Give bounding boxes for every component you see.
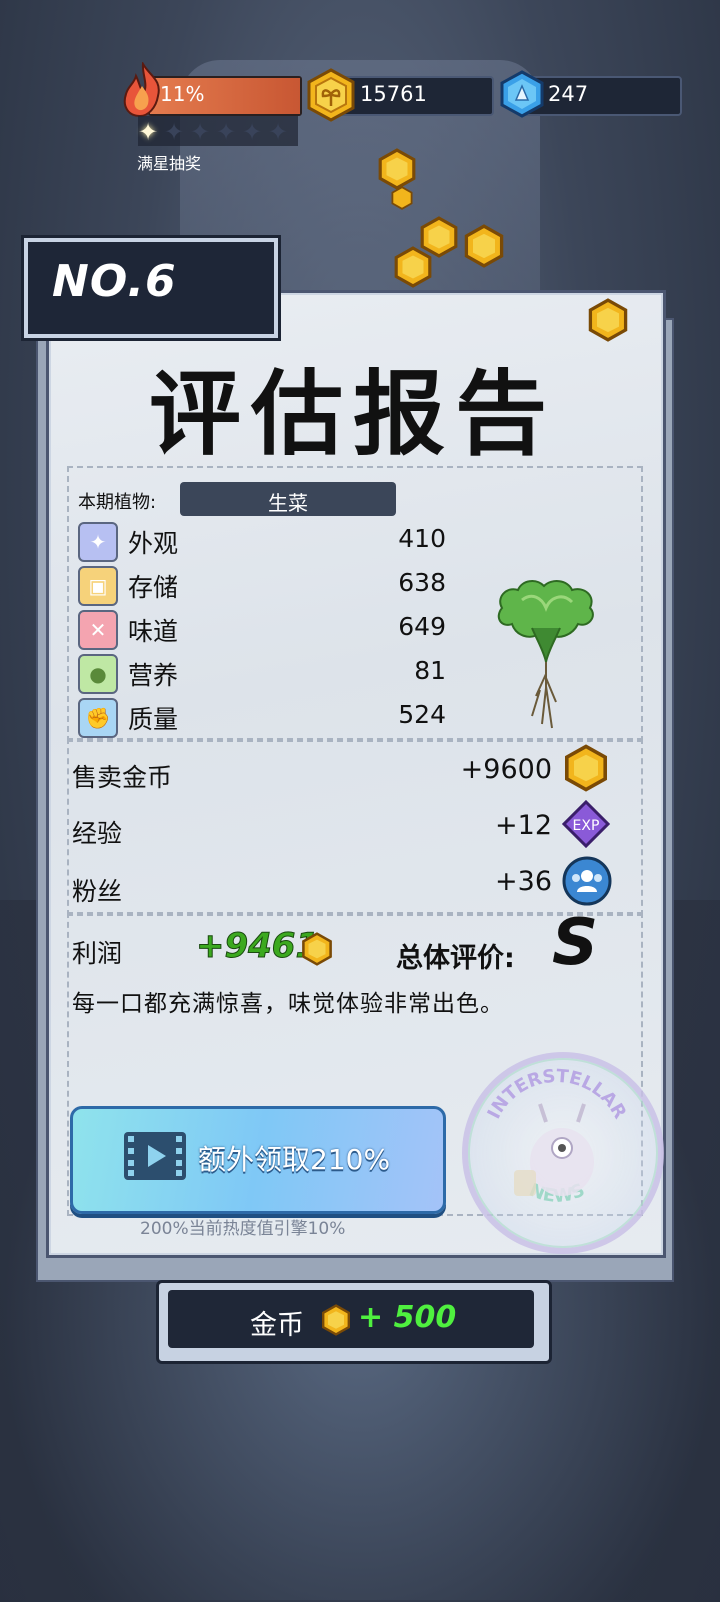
extra-claim-label: 额外领取210% [198, 1143, 391, 1176]
fruit-icon: ● [78, 654, 118, 694]
star-icon: ✦ [216, 118, 237, 146]
flying-coin-icon [464, 224, 504, 268]
report-title: 评估报告 [148, 361, 557, 468]
stat-name-quality: 质量 [128, 705, 179, 734]
coin-icon [322, 1304, 350, 1336]
plant-name: 生菜 [268, 491, 308, 515]
sell-coins-label: 售卖金币 [72, 763, 173, 792]
stat-name-nutrition: 营养 [128, 661, 179, 690]
star-icon-lit: ✦ [138, 118, 159, 146]
stamp-mascot: INTERSTELLAR NEWS [484, 1066, 631, 1208]
star-icon: ✦ [190, 118, 211, 146]
coin-icon [302, 932, 332, 966]
box-icon: ▣ [78, 566, 118, 606]
gold-label: 金币 [250, 1310, 304, 1341]
full-star-lottery-label[interactable]: 满星抽奖 [137, 150, 201, 174]
overall-rating-label: 总体评价: [396, 943, 515, 974]
stat-value-taste: 649 [398, 612, 446, 641]
fans-icon [562, 856, 612, 906]
svg-text:INTERSTELLAR: INTERSTELLAR [484, 1066, 631, 1123]
extra-claim-note: 200%当前热度值引擎10% [140, 1219, 346, 1239]
svg-text:EXP: EXP [573, 818, 600, 834]
exp-value: +12 [495, 810, 552, 841]
flying-coin-icon [588, 298, 628, 342]
exp-label: 经验 [72, 819, 123, 848]
profit-label: 利润 [72, 939, 123, 968]
coin-count: 15761 [360, 82, 427, 106]
star-icon: ✦ [164, 118, 185, 146]
plant-label: 本期植物: [78, 492, 157, 513]
fans-value: +36 [495, 866, 552, 897]
lettuce-illustration [497, 580, 594, 729]
stat-value-storage: 638 [398, 568, 446, 597]
stat-name-appearance: 外观 [128, 529, 179, 558]
flying-coin-icon [378, 148, 416, 190]
gem-count: 247 [548, 82, 589, 106]
gem-icon [500, 70, 544, 118]
flying-coin-icon [391, 186, 413, 210]
heat-progress-text: 11% [160, 82, 205, 106]
coin-icon [565, 744, 607, 792]
report-number: NO.6 [52, 256, 177, 307]
sparkle-icon: ✦ [78, 522, 118, 562]
stat-name-storage: 存储 [128, 573, 179, 602]
coin-icon [307, 68, 355, 122]
fork-knife-icon: ✕ [78, 610, 118, 650]
flying-coin-icon [394, 246, 432, 288]
muscle-icon: ✊ [78, 698, 118, 738]
video-ad-icon [124, 1132, 186, 1180]
gold-plus-value: + 500 [358, 1300, 457, 1335]
stat-value-nutrition: 81 [414, 656, 446, 685]
star-rating[interactable]: ✦ ✦ ✦ ✦ ✦ ✦ [138, 116, 298, 146]
star-icon: ✦ [268, 118, 289, 146]
overall-grade: S [552, 906, 599, 980]
exp-icon: EXP [562, 800, 610, 848]
sell-coins-value: +9600 [460, 754, 552, 785]
fans-label: 粉丝 [72, 877, 123, 906]
stat-name-taste: 味道 [128, 617, 179, 646]
stat-value-quality: 524 [398, 700, 446, 729]
stat-value-appearance: 410 [398, 524, 446, 553]
review-comment: 每一口都充满惊喜，味觉体验非常出色。 [72, 991, 504, 1017]
star-icon: ✦ [242, 118, 263, 146]
